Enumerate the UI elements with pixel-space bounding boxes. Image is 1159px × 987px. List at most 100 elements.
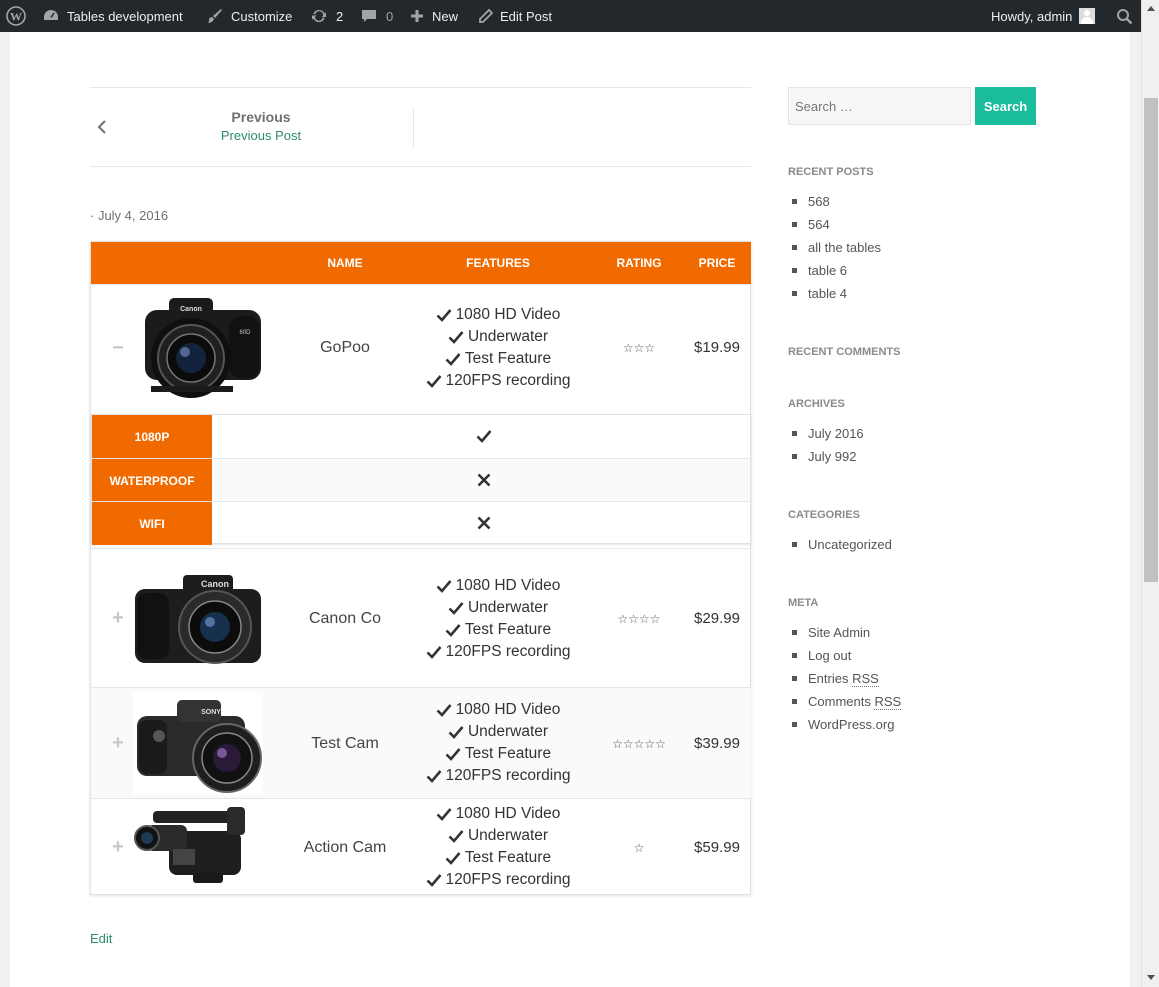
svg-text:60D: 60D (239, 330, 251, 336)
expand-toggle[interactable]: + (111, 608, 125, 628)
entries-label: Entries (808, 671, 849, 686)
feature-list: 1080 HD Video Underwater Test Feature 12… (418, 803, 578, 891)
rss-abbr: RSS (874, 694, 902, 710)
list-item[interactable]: 564 (788, 213, 881, 236)
list-item[interactable]: table 4 (788, 282, 881, 305)
feature-list: 1080 HD Video Underwater Test Feature 12… (418, 575, 578, 663)
check-icon (448, 331, 464, 344)
column-header-rating[interactable]: RATING (605, 256, 673, 270)
site-name: Tables development (67, 8, 183, 24)
edit-post-menu[interactable]: Edit Post (477, 0, 552, 32)
check-icon (426, 646, 442, 659)
cross-icon (476, 515, 492, 531)
updates-count: 2 (336, 8, 344, 24)
log-out-link[interactable]: Log out (788, 644, 901, 667)
table-row[interactable]: − Canon 60D GoPoo 1080 HD Video Underwat… (91, 284, 751, 411)
check-icon (445, 852, 461, 865)
detail-row: 1080P (92, 415, 750, 458)
entries-rss-link[interactable]: Entries RSS (788, 667, 901, 690)
feature-list: 1080 HD Video Underwater Test Feature 12… (418, 699, 578, 787)
feature-item: 1080 HD Video (418, 575, 578, 597)
table-header: NAME FEATURES RATING PRICE (91, 242, 751, 284)
column-header-features[interactable]: FEATURES (418, 256, 578, 270)
archives-list: July 2016 July 992 (788, 422, 864, 468)
detail-row: WATERPROOF (92, 458, 750, 502)
list-item[interactable]: 568 (788, 190, 881, 213)
updates-menu[interactable]: 2 (310, 0, 343, 32)
list-item[interactable]: July 2016 (788, 422, 864, 445)
table-row[interactable]: + Canon Canon Co 1080 HD Video Underwate… (91, 548, 751, 687)
site-name-menu[interactable]: Tables development (42, 0, 183, 32)
comments-count: 0 (386, 8, 394, 24)
expand-toggle[interactable]: + (111, 837, 125, 857)
list-item[interactable]: July 992 (788, 445, 864, 468)
star-rating: ☆☆☆ (622, 341, 656, 355)
check-icon (448, 830, 464, 843)
nav-divider (413, 108, 414, 148)
customize-label: Customize (231, 8, 293, 24)
customize-menu[interactable]: Customize (206, 0, 292, 32)
feature-item: 120FPS recording (418, 765, 578, 787)
detail-label: WATERPROOF (92, 459, 212, 502)
comment-bubble-icon (362, 10, 376, 22)
check-icon (436, 704, 452, 717)
column-header-name[interactable]: NAME (275, 256, 415, 270)
feature-item: Test Feature (418, 348, 578, 370)
list-item[interactable]: Uncategorized (788, 533, 892, 556)
svg-text:W: W (10, 10, 22, 24)
feature-item: Underwater (418, 326, 578, 348)
table-row[interactable]: + Action Cam 1080 HD Video Underwater Te… (91, 798, 751, 895)
scrollbar-thumb[interactable] (1144, 98, 1158, 582)
search-icon[interactable] (1116, 0, 1133, 32)
scroll-up-arrow-icon[interactable] (1147, 6, 1155, 11)
list-item[interactable]: all the tables (788, 236, 881, 259)
feature-item: 120FPS recording (418, 370, 578, 392)
comments-label: Comments (808, 694, 871, 709)
search-button[interactable]: Search (975, 87, 1036, 125)
meta-title: META (788, 597, 819, 609)
dashboard-icon (44, 10, 58, 20)
check-icon (426, 375, 442, 388)
feature-item: Underwater (418, 721, 578, 743)
collapse-toggle[interactable]: − (111, 338, 125, 358)
product-image-camcorder (133, 805, 263, 889)
recent-posts-title: RECENT POSTS (788, 166, 874, 178)
feature-item: Underwater (418, 597, 578, 619)
meta-list: Site Admin Log out Entries RSS Comments … (788, 621, 902, 736)
scroll-down-arrow-icon[interactable] (1147, 975, 1155, 980)
detail-label: 1080P (92, 415, 212, 458)
comments-rss-link[interactable]: Comments RSS (788, 690, 902, 713)
account-menu[interactable]: Howdy, admin (991, 0, 1096, 32)
search-input[interactable] (788, 87, 971, 125)
product-price: $19.99 (694, 339, 740, 356)
rss-abbr: RSS (852, 671, 879, 687)
product-name: Test Cam (311, 735, 379, 752)
wordpress-org-link[interactable]: WordPress.org (788, 713, 901, 736)
feature-list: 1080 HD Video Underwater Test Feature 12… (418, 304, 578, 392)
chevron-left-icon[interactable] (96, 119, 108, 140)
column-header-price[interactable]: PRICE (683, 256, 751, 270)
feature-item: 1080 HD Video (418, 304, 578, 326)
vertical-scrollbar[interactable] (1141, 0, 1159, 987)
detail-label: WIFI (92, 502, 212, 545)
svg-text:Canon: Canon (180, 306, 202, 313)
previous-label: Previous (231, 109, 291, 125)
product-name: Canon Co (308, 610, 382, 627)
site-admin-link[interactable]: Site Admin (788, 621, 901, 644)
table-row[interactable]: + SONY Test Cam 1080 HD Video Underwater… (91, 687, 751, 798)
previous-post-link[interactable]: Previous Post (190, 128, 332, 143)
wordpress-logo-icon[interactable]: W (6, 0, 26, 32)
comments-menu[interactable]: 0 (360, 0, 393, 32)
check-icon (436, 580, 452, 593)
list-item[interactable]: table 6 (788, 259, 881, 282)
updates-icon (312, 9, 326, 23)
feature-item: 1080 HD Video (418, 803, 578, 825)
plus-icon (411, 10, 423, 22)
admin-bar: W Tables development Customize 2 0 New E… (0, 0, 1141, 32)
feature-item: Test Feature (418, 743, 578, 765)
new-content-menu[interactable]: New (409, 0, 458, 32)
feature-item: 120FPS recording (418, 869, 578, 891)
edit-post-link[interactable]: Edit (90, 931, 112, 946)
check-icon (436, 309, 452, 322)
expand-toggle[interactable]: + (111, 733, 125, 753)
